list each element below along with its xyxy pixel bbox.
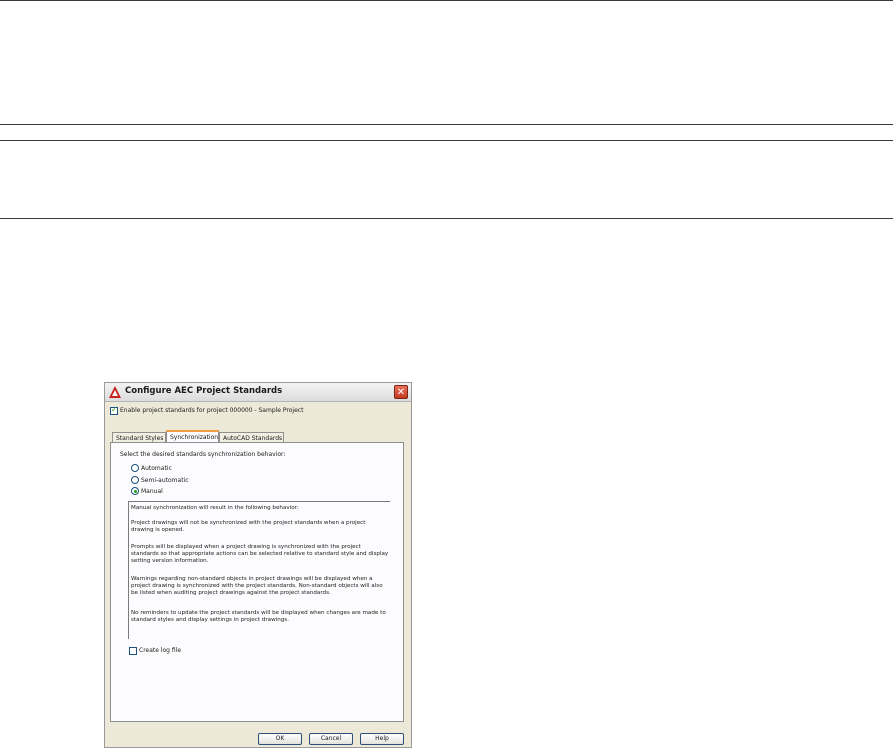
behavior-paragraph-2: Prompts will be displayed when a project… (131, 544, 389, 565)
check-icon: ✓ (111, 405, 118, 414)
autocad-logo-icon (109, 386, 121, 398)
table-rule-1 (0, 124, 893, 125)
radio-automatic-label: Automatic (141, 465, 172, 472)
radio-semi-automatic[interactable] (131, 476, 139, 484)
table-rule-3 (0, 218, 893, 219)
help-button[interactable]: Help (360, 733, 404, 745)
radio-manual-label: Manual (141, 488, 163, 495)
sync-prompt: Select the desired standards synchroniza… (120, 451, 286, 458)
create-log-label: Create log file (139, 647, 182, 654)
behavior-paragraph-4: No reminders to update the project stand… (131, 610, 386, 624)
radio-manual[interactable] (131, 487, 139, 495)
radio-selected-dot (134, 490, 137, 493)
radio-semi-automatic-label: Semi-automatic (141, 477, 189, 484)
cancel-button[interactable]: Cancel (309, 733, 353, 745)
close-button[interactable]: ✕ (394, 385, 408, 399)
behavior-paragraph-1: Project drawings will not be synchronize… (131, 520, 366, 534)
behavior-paragraph-3: Warnings regarding non-standard objects … (131, 576, 383, 597)
close-icon: ✕ (396, 387, 406, 398)
behavior-heading: Manual synchronization will result in th… (131, 505, 299, 511)
enable-standards-label: Enable project standards for project 000… (120, 407, 304, 414)
top-rule (0, 0, 893, 1)
enable-standards-checkbox[interactable]: ✓ (110, 405, 118, 415)
dialog-title: Configure AEC Project Standards (125, 386, 283, 396)
title-bar[interactable]: Configure AEC Project Standards ✕ (105, 383, 411, 402)
radio-automatic[interactable] (131, 464, 139, 472)
table-rule-2 (0, 140, 893, 141)
create-log-checkbox[interactable] (129, 647, 137, 655)
ok-button[interactable]: OK (258, 733, 302, 745)
